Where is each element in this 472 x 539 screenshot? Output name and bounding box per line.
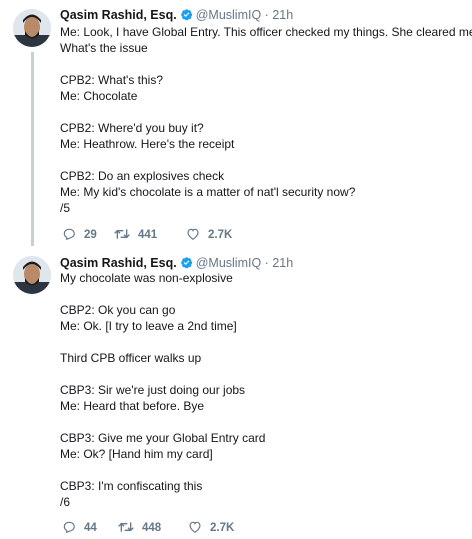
text-line: My chocolate was non-explosive — [60, 271, 233, 285]
reply-icon — [63, 228, 75, 241]
tweet-text: Me: Look, I have Global Entry. This offi… — [60, 24, 472, 216]
tweet-header: Qasim Rashid, Esq. @MuslimIQ · 21h — [60, 6, 293, 24]
reply-icon — [63, 521, 75, 534]
text-line: CPB2: Where'd you buy it? — [60, 121, 204, 135]
text-line: CBP2: Ok you can go — [60, 303, 176, 317]
reply-count: 44 — [84, 522, 97, 534]
retweet-icon — [114, 229, 130, 239]
tweet-text: My chocolate was non-explosive CBP2: Ok … — [60, 270, 460, 510]
timestamp[interactable]: 21h — [272, 256, 293, 270]
retweet-icon — [118, 522, 134, 532]
text-line: CPB2: What's this? — [60, 73, 163, 87]
avatar-photo — [13, 256, 51, 294]
handle[interactable]: @MuslimIQ — [196, 256, 261, 270]
retweet-button[interactable]: 441 — [114, 226, 157, 244]
text-line: CBP3: I'm confiscating this — [60, 479, 203, 493]
text-line: CBP3: Give me your Global Entry card — [60, 431, 266, 445]
text-line: Me: Ok. [I try to leave a 2nd time] — [60, 319, 237, 333]
like-count: 2.7K — [208, 229, 233, 241]
like-icon — [187, 228, 199, 240]
text-line: /5 — [60, 201, 71, 215]
display-name[interactable]: Qasim Rashid, Esq. — [60, 8, 177, 22]
retweet-count: 448 — [142, 522, 162, 534]
handle[interactable]: @MuslimIQ — [196, 8, 261, 22]
retweet-count: 441 — [138, 229, 158, 241]
text-line: CBP3: Sir we're just doing our jobs — [60, 383, 246, 397]
text-line: CPB2: Do an explosives check — [60, 169, 225, 183]
separator: · — [264, 256, 269, 270]
text-line: /6 — [60, 495, 71, 509]
tweet-1[interactable]: Qasim Rashid, Esq. @MuslimIQ · 21h Me: Lo… — [0, 6, 472, 246]
text-line: Me: Heathrow. Here's the receipt — [60, 137, 235, 151]
text-line: Me: Look, I have Global Entry. This offi… — [60, 25, 472, 39]
timestamp[interactable]: 21h — [272, 8, 293, 22]
display-name[interactable]: Qasim Rashid, Esq. — [60, 256, 177, 270]
text-line: Me: My kid's chocolate is a matter of na… — [60, 185, 356, 199]
avatar[interactable] — [13, 256, 51, 294]
thread-line — [31, 52, 34, 246]
text-line: Me: Chocolate — [60, 89, 138, 103]
text-line: Me: Heard that before. Bye — [60, 399, 205, 413]
avatar-photo — [13, 9, 51, 47]
text-line: Me: Ok? [Hand him my card] — [60, 447, 213, 461]
tweet-2[interactable]: Qasim Rashid, Esq. @MuslimIQ · 21h My cho… — [0, 254, 472, 539]
like-count: 2.7K — [210, 522, 235, 534]
text-line: Third CPB officer walks up — [60, 351, 202, 365]
text-line: What's the issue — [60, 41, 148, 55]
reply-button[interactable]: 44 — [62, 519, 97, 537]
reply-button[interactable]: 29 — [62, 226, 97, 244]
separator: · — [264, 8, 269, 22]
retweet-button[interactable]: 448 — [118, 519, 161, 537]
like-button[interactable]: 2.7K — [186, 226, 232, 244]
like-icon — [189, 521, 201, 533]
avatar[interactable] — [13, 9, 51, 47]
reply-count: 29 — [84, 229, 97, 241]
like-button[interactable]: 2.7K — [188, 519, 234, 537]
